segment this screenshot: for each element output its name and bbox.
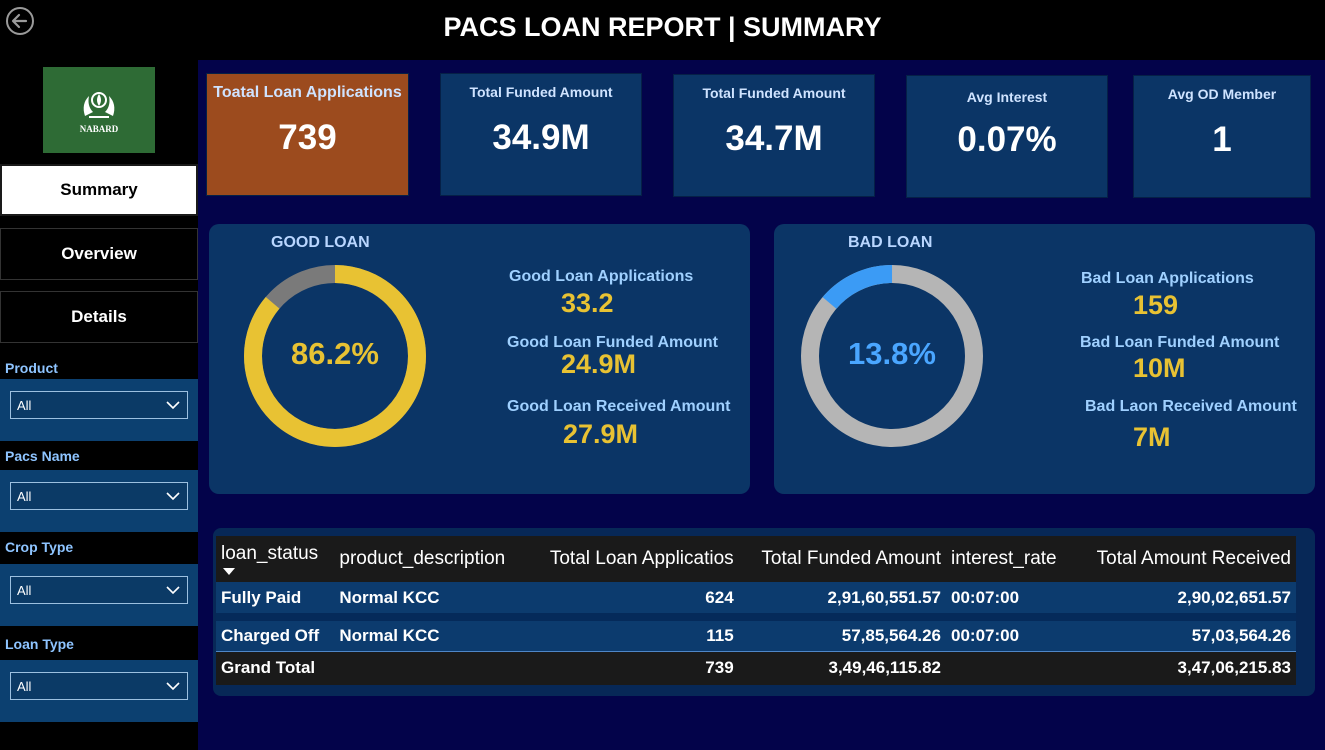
nav-details[interactable]: Details <box>0 291 198 343</box>
good-loan-percent: 86.2% <box>291 336 379 371</box>
kpi-label: Total Funded Amount <box>469 84 613 100</box>
kpi-value: 34.7M <box>725 119 823 158</box>
bad-loan-percent: 13.8% <box>848 336 936 371</box>
good-loan-title: GOOD LOAN <box>271 234 370 251</box>
table-header-row: loan_status product_description Total Lo… <box>216 536 1296 582</box>
cell-total-funded-amount: 57,85,564.26 <box>738 617 946 652</box>
bad-loan-received-label: Bad Laon Received Amount <box>1085 398 1297 415</box>
bad-loan-panel: BAD LOAN 13.8% Bad Loan Applications 159… <box>774 224 1315 494</box>
filter-label-pacs-name: Pacs Name <box>5 448 80 464</box>
cell-grand-total-label: Grand Total <box>216 651 335 685</box>
nabard-emblem-icon <box>83 92 115 118</box>
loan-status-table: loan_status product_description Total Lo… <box>216 536 1296 685</box>
pacs-name-select[interactable]: All <box>10 482 188 510</box>
cell-total-loan-applications: 624 <box>526 582 739 621</box>
cell-empty <box>334 651 527 685</box>
col-interest-rate[interactable]: interest_rate <box>946 536 1073 582</box>
col-total-loan-applications[interactable]: Total Loan Applicatios <box>526 536 739 582</box>
good-loan-applications-value: 33.2 <box>561 288 614 318</box>
sort-down-icon <box>223 568 235 575</box>
loan-type-select[interactable]: All <box>10 672 188 700</box>
cell-total-amount-received: 2,90,02,651.57 <box>1072 582 1296 621</box>
cell-total-loan-applications: 739 <box>526 651 739 685</box>
nav-summary[interactable]: Summary <box>0 164 198 216</box>
nabard-logo: NABARD <box>43 67 155 153</box>
kpi-label: Toatal Loan Applications <box>213 84 402 101</box>
kpi-label: Avg OD Member <box>1167 86 1277 102</box>
bad-loan-title: BAD LOAN <box>848 234 933 251</box>
filter-label-product: Product <box>5 360 58 376</box>
bad-loan-applications-value: 159 <box>1133 290 1179 320</box>
kpi-total-funded-amount: Total Funded Amount 34.9M <box>440 73 642 196</box>
cell-total-funded-amount: 3,49,46,115.82 <box>738 651 946 685</box>
bad-loan-funded-label: Bad Loan Funded Amount <box>1080 334 1280 351</box>
col-loan-status[interactable]: loan_status <box>216 536 335 582</box>
good-loan-received-label: Good Loan Received Amount <box>507 398 731 415</box>
grand-total-row: Grand Total 739 3,49,46,115.82 3,47,06,2… <box>216 651 1296 685</box>
loan-table-visual: loan_status product_description Total Lo… <box>213 528 1315 696</box>
filter-loan-type: All <box>0 660 198 722</box>
filter-product: All <box>0 379 198 441</box>
bad-loan-received-value: 7M <box>1133 422 1171 452</box>
cell-interest-rate: 00:07:00 <box>946 617 1073 652</box>
bad-loan-funded-value: 10M <box>1133 353 1186 383</box>
kpi-avg-interest: Avg Interest 0.07% <box>906 75 1108 198</box>
loan-type-select-value: All <box>17 678 32 694</box>
col-product-description[interactable]: product_description <box>334 536 527 582</box>
sidebar: NABARD Summary Overview Details Product … <box>0 60 198 750</box>
kpi-value: 0.07% <box>957 120 1057 159</box>
cell-interest-rate: 00:07:00 <box>946 582 1073 621</box>
crop-type-select-value: All <box>17 582 32 598</box>
page-title: PACS LOAN REPORT | SUMMARY <box>443 12 882 42</box>
table-row[interactable]: Fully Paid Normal KCC 624 2,91,60,551.57… <box>216 582 1296 621</box>
filter-label-crop-type: Crop Type <box>5 539 74 555</box>
product-select[interactable]: All <box>10 391 188 419</box>
logo-text: NABARD <box>79 124 119 134</box>
pacs-name-select-value: All <box>17 488 32 504</box>
cell-total-loan-applications: 115 <box>526 617 739 652</box>
good-loan-panel: GOOD LOAN 86.2% Good Loan Applications 3… <box>209 224 750 494</box>
cell-total-amount-received: 57,03,564.26 <box>1072 617 1296 652</box>
nav-overview[interactable]: Overview <box>0 228 198 280</box>
good-loan-funded-value: 24.9M <box>561 349 637 379</box>
kpi-value: 739 <box>278 118 337 157</box>
chevron-down-icon <box>166 401 180 410</box>
cell-loan-status: Charged Off <box>216 617 335 652</box>
col-total-funded-amount[interactable]: Total Funded Amount <box>738 536 946 582</box>
cell-product-description: Normal KCC <box>334 582 527 621</box>
chevron-down-icon <box>166 682 180 691</box>
kpi-avg-od-member: Avg OD Member 1 <box>1133 75 1311 198</box>
chevron-down-icon <box>166 492 180 501</box>
crop-type-select[interactable]: All <box>10 576 188 604</box>
good-loan-applications-label: Good Loan Applications <box>509 268 694 285</box>
col-label: loan_status <box>221 543 319 564</box>
kpi-value: 34.9M <box>492 118 590 157</box>
filter-label-loan-type: Loan Type <box>5 636 74 652</box>
filter-pacs-name: All <box>0 470 198 532</box>
title-bar: PACS LOAN REPORT | SUMMARY <box>0 0 1325 60</box>
cell-product-description: Normal KCC <box>334 617 527 652</box>
kpi-label: Avg Interest <box>966 89 1048 105</box>
good-loan-received-value: 27.9M <box>563 419 639 449</box>
chevron-down-icon <box>166 586 180 595</box>
product-select-value: All <box>17 397 32 413</box>
kpi-label: Total Funded Amount <box>702 85 846 101</box>
cell-empty <box>946 651 1073 685</box>
kpi-total-funded-amount-2: Total Funded Amount 34.7M <box>673 74 875 197</box>
filter-crop-type: All <box>0 564 198 626</box>
table-row[interactable]: Charged Off Normal KCC 115 57,85,564.26 … <box>216 617 1296 652</box>
cell-loan-status: Fully Paid <box>216 582 335 621</box>
col-total-amount-received[interactable]: Total Amount Received <box>1072 536 1296 582</box>
kpi-value: 1 <box>1212 120 1232 159</box>
cell-total-amount-received: 3,47,06,215.83 <box>1072 651 1296 685</box>
bad-loan-applications-label: Bad Loan Applications <box>1081 270 1254 287</box>
kpi-total-loan-applications: Toatal Loan Applications 739 <box>206 73 409 196</box>
cell-total-funded-amount: 2,91,60,551.57 <box>738 582 946 621</box>
